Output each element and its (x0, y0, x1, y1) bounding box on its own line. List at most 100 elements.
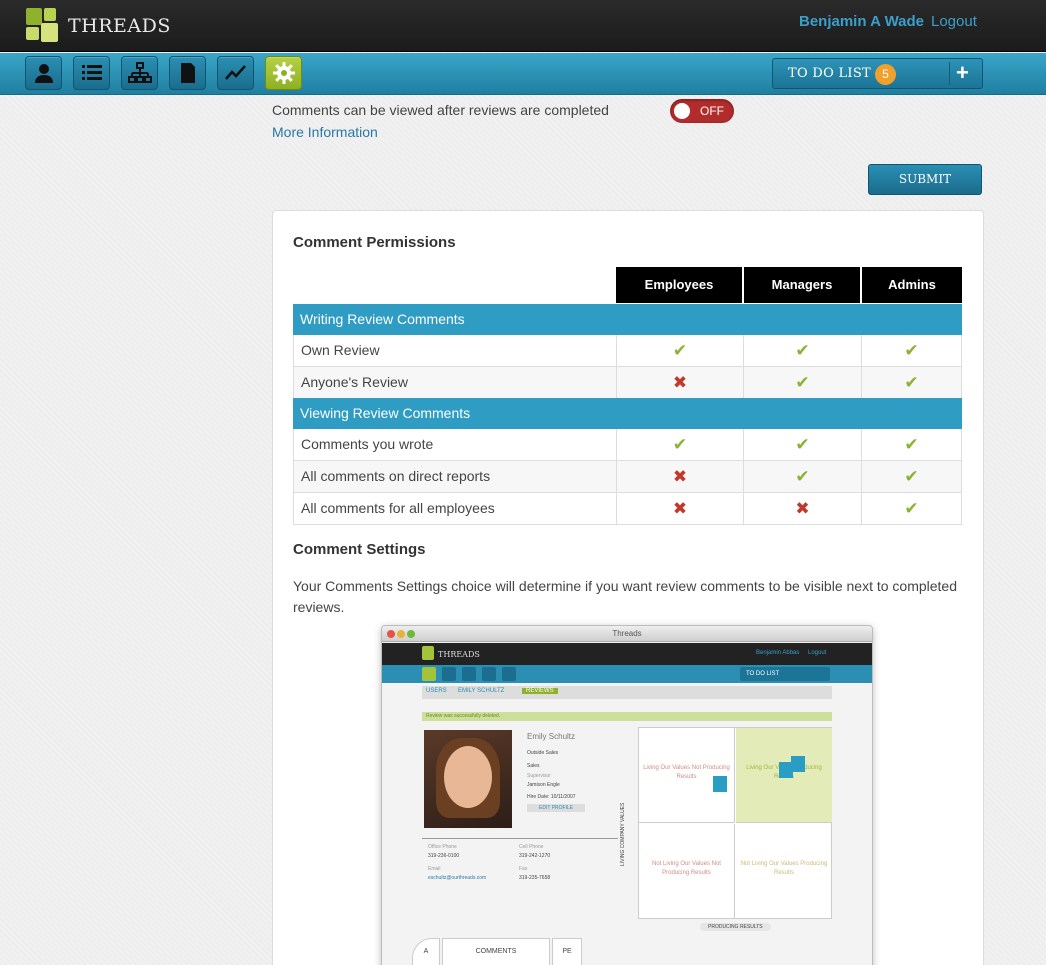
todo-separator (949, 62, 950, 85)
row-label: All comments for all employees (301, 500, 495, 516)
check-icon: ✔ (904, 340, 919, 360)
cell-managers: ✔ (743, 429, 861, 460)
nav-list-button[interactable] (73, 56, 110, 90)
cell-employees: ✖ (616, 493, 743, 524)
check-icon: ✔ (904, 372, 919, 392)
preview-alert: Review was successfully deleted. (422, 712, 832, 721)
row-label: All comments on direct reports (301, 468, 491, 484)
preview-fax-label: Fax (519, 866, 528, 872)
logout-link[interactable]: Logout (931, 13, 977, 30)
comment-settings-description: Your Comments Settings choice will deter… (293, 578, 958, 615)
comment-settings-title: Comment Settings (293, 541, 426, 558)
comment-permissions-title: Comment Permissions (293, 234, 456, 251)
preview-tab: PE (552, 938, 582, 965)
preview-employee-name: Emily Schultz (527, 732, 576, 741)
preview-chart-icon (482, 667, 496, 681)
todo-count-badge: 5 (875, 64, 896, 85)
preview-logout: Logout (808, 650, 827, 656)
check-icon: ✔ (904, 498, 919, 518)
preview-quadrant-grid: Living Our Values Not Producing Results … (638, 727, 832, 919)
quadrant: Not Living Our Values Producing Results (740, 861, 828, 876)
cell-admins: ✔ (861, 335, 961, 366)
todo-list-button[interactable]: TO DO LIST 5 + (772, 58, 983, 89)
column-header-admins: Admins (862, 267, 962, 303)
preview-cell-phone: 319-242-1270 (519, 853, 551, 859)
user-name-link[interactable]: Benjamin A Wade (799, 13, 924, 30)
row-label: Anyone's Review (301, 374, 408, 390)
review-marker-icon (713, 776, 727, 792)
nav-reports-button[interactable] (217, 56, 254, 90)
cell-employees: ✔ (616, 429, 743, 460)
document-icon (180, 63, 195, 83)
check-icon: ✔ (904, 434, 919, 454)
cell-managers: ✖ (743, 493, 861, 524)
nav-bar: TO DO LIST 5 + (0, 53, 1046, 95)
nav-org-chart-button[interactable] (121, 56, 158, 90)
cell-managers: ✔ (743, 335, 861, 366)
row-label: Comments you wrote (301, 436, 434, 452)
row-label: Own Review (301, 342, 380, 358)
preview-edit-profile: EDIT PROFILE (527, 804, 586, 812)
cross-icon: ✖ (672, 372, 688, 392)
gear-icon (272, 62, 295, 84)
preview-axis-x: PRODUCING RESULTS (700, 923, 771, 931)
chart-icon (224, 65, 246, 80)
check-icon: ✔ (672, 434, 688, 454)
column-header-employees: Employees (616, 267, 742, 303)
preview-window-title: Threads (382, 626, 872, 642)
cross-icon: ✖ (795, 498, 810, 518)
preview-crumb: REVIEWS (522, 688, 558, 694)
quadrant: Not Living Our Values Not Producing Resu… (639, 824, 735, 919)
cell-admins: ✔ (861, 367, 961, 398)
org-chart-icon (127, 62, 152, 83)
preview-org-icon (442, 667, 456, 681)
more-information-link[interactable]: More Information (272, 124, 378, 140)
cross-icon: ✖ (672, 498, 688, 518)
example-screenshot: Threads THREADS Benjamin Abbas Logout TO… (381, 625, 873, 965)
preview-fax: 319-235-7658 (519, 875, 551, 881)
minimize-dot-icon (397, 630, 405, 638)
nav-users-button[interactable] (25, 56, 62, 90)
comments-visibility-toggle[interactable]: OFF (670, 99, 734, 123)
preview-tab: A (412, 938, 440, 965)
preview-supervisor: Jamison Engle (527, 782, 560, 788)
check-icon: ✔ (795, 340, 810, 360)
todo-add-button[interactable]: + (956, 60, 969, 86)
cell-managers: ✔ (743, 367, 861, 398)
preview-logo-icon (422, 646, 434, 660)
cross-icon: ✖ (672, 466, 688, 486)
preview-dept: Outside Sales (527, 750, 559, 756)
preview-breadcrumb: USERS EMILY SCHULTZ REVIEWS (422, 686, 832, 699)
preview-office-phone: 319-236-0100 (428, 853, 460, 859)
preview-hire-date: Hire Date: 10/11/2007 (527, 794, 576, 800)
review-marker-icon (791, 756, 805, 772)
cell-admins: ✔ (861, 461, 961, 492)
cell-employees: ✔ (616, 335, 743, 366)
comments-setting-text: Comments can be viewed after reviews are… (272, 102, 609, 118)
comment-settings-card: Comment Permissions Employees Managers A… (272, 210, 984, 965)
threads-logo-icon[interactable] (26, 8, 60, 44)
submit-button[interactable]: SUBMIT (868, 164, 982, 195)
preview-crumb: USERS (426, 688, 447, 694)
list-icon (81, 65, 102, 80)
preview-tab-comments: COMMENTS (442, 938, 550, 965)
employee-photo (424, 730, 512, 828)
close-dot-icon (387, 630, 395, 638)
preview-brand: THREADS (438, 650, 480, 659)
user-icon (34, 64, 53, 83)
column-header-managers: Managers (744, 267, 860, 303)
brand-name: THREADS (68, 15, 171, 37)
preview-user: Benjamin Abbas (756, 650, 800, 656)
cell-admins: ✔ (861, 493, 961, 524)
table-row: Comments you wrote ✔ ✔ ✔ (293, 429, 962, 461)
nav-document-button[interactable] (169, 56, 206, 90)
top-header: THREADS Benjamin A Wade Logout (0, 0, 1046, 52)
preview-gear-icon (502, 667, 516, 681)
maximize-dot-icon (407, 630, 415, 638)
nav-settings-button[interactable] (265, 56, 302, 90)
check-icon: ✔ (795, 434, 810, 454)
check-icon: ✔ (795, 372, 810, 392)
check-icon: ✔ (795, 466, 810, 486)
check-icon: ✔ (904, 466, 919, 486)
table-row: Anyone's Review ✖ ✔ ✔ (293, 367, 962, 399)
